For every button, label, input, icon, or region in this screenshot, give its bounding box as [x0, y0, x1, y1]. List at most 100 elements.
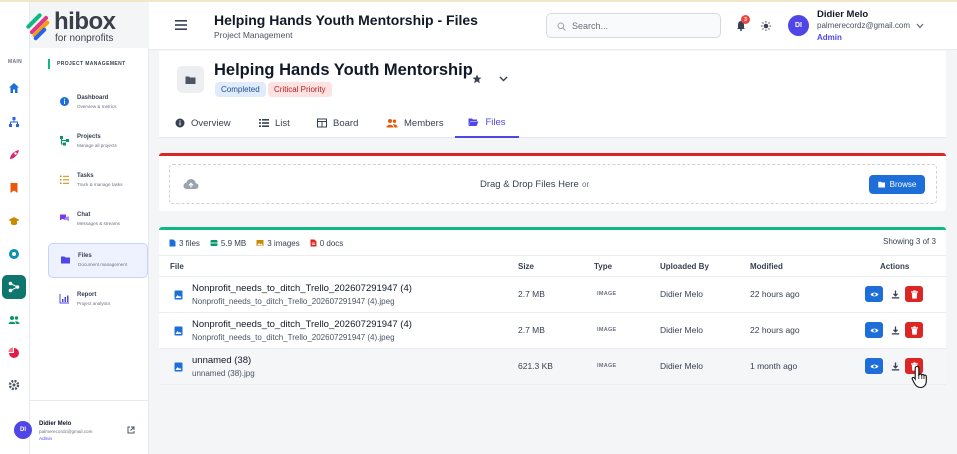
- tab-label: Files: [485, 116, 506, 128]
- cloud-upload-icon: [183, 179, 199, 189]
- column-header-size[interactable]: Size: [518, 262, 534, 271]
- tab-board[interactable]: Board: [315, 108, 360, 138]
- header-user-email: palmerecordz@gmail.com: [817, 21, 911, 30]
- tab-overview[interactable]: Overview: [173, 108, 233, 138]
- page-title: Helping Hands Youth Mentorship - Files: [214, 12, 478, 28]
- tab-list[interactable]: List: [257, 108, 292, 138]
- project-tabs: Overview List Board Members Files: [159, 108, 946, 138]
- users-icon[interactable]: [2, 308, 26, 332]
- column-header-actions: Actions: [880, 262, 910, 271]
- column-header-uploaded-by[interactable]: Uploaded By: [660, 262, 709, 271]
- image-file-icon: [174, 290, 183, 300]
- eye-icon: [870, 328, 878, 332]
- table-row[interactable]: Nonprofit_needs_to_ditch_Trello_20260729…: [159, 277, 946, 313]
- tab-label: Members: [404, 117, 444, 129]
- column-header-file[interactable]: File: [170, 262, 184, 271]
- tab-members[interactable]: Members: [384, 108, 446, 138]
- delete-button[interactable]: [905, 286, 923, 302]
- file-stats: 3 files 5.9 MB 3 images 0 docs: [169, 237, 343, 249]
- file-type: IMAGE: [597, 363, 617, 369]
- sidebar-item-dashboard[interactable]: Dashboard Overview & metrics: [48, 86, 148, 121]
- info-icon: [175, 118, 185, 128]
- search-placeholder: Search...: [572, 21, 609, 31]
- settings-icon[interactable]: [2, 373, 26, 397]
- project-folder-badge: [177, 66, 204, 93]
- bookmark-icon[interactable]: [2, 176, 26, 200]
- network-icon[interactable]: [2, 275, 26, 299]
- brand-logo[interactable]: hibox for nonprofits: [20, 9, 130, 45]
- sidebar-item-label: Dashboard: [77, 95, 109, 101]
- chevron-down-icon[interactable]: [499, 76, 508, 82]
- sidebar-item-report[interactable]: Report Project analytics: [48, 283, 148, 318]
- eye-icon: [870, 364, 878, 368]
- download-button[interactable]: [886, 322, 904, 338]
- file-icon: [169, 239, 176, 247]
- download-button[interactable]: [886, 358, 904, 374]
- image-icon: [256, 240, 264, 246]
- avatar: DI: [14, 421, 32, 439]
- sidebar-user-card[interactable]: DI Didier Melo palmerecordz@gmail.com Ad…: [14, 400, 149, 454]
- theme-toggle-icon[interactable]: [761, 21, 771, 31]
- notification-badge: 3: [741, 15, 750, 24]
- file-filename: unnamed (38).jpg: [192, 369, 255, 378]
- view-button[interactable]: [865, 286, 883, 302]
- folder-open-icon: [877, 181, 885, 188]
- stat-docs: 0 docs: [310, 239, 343, 248]
- delete-button[interactable]: [905, 322, 923, 338]
- sidebar-item-chat[interactable]: Chat Messages & streams: [48, 203, 148, 238]
- file-name[interactable]: Nonprofit_needs_to_ditch_Trello_20260729…: [192, 283, 412, 294]
- file-size: 621.3 KB: [518, 361, 553, 371]
- tab-files[interactable]: Files: [455, 108, 519, 138]
- brand-name: hibox: [54, 8, 116, 35]
- task-list-icon: [60, 175, 69, 184]
- table-row[interactable]: Nonprofit_needs_to_ditch_Trello_20260729…: [159, 313, 946, 349]
- sidebar-user-email: palmerecordz@gmail.com: [39, 429, 93, 434]
- sidebar-item-tasks[interactable]: Tasks Track & manage tasks: [48, 164, 148, 199]
- external-link-icon[interactable]: [127, 426, 135, 434]
- chevron-down-icon[interactable]: [916, 23, 924, 29]
- icon-rail: MAIN: [0, 2, 30, 454]
- chart-icon: [59, 294, 69, 304]
- sidebar-item-projects[interactable]: Projects Manage all projects: [48, 125, 148, 160]
- avatar[interactable]: DI: [788, 15, 809, 36]
- gear-badge-icon[interactable]: [2, 242, 26, 266]
- page-subtitle: Project Management: [214, 30, 293, 40]
- view-button[interactable]: [865, 322, 883, 338]
- table-header: File Size Type Uploaded By Modified Acti…: [159, 255, 946, 277]
- star-icon[interactable]: [472, 74, 482, 84]
- sidebar-item-sub: Project analytics: [77, 301, 111, 306]
- folder-icon: [185, 76, 196, 84]
- project-title: Helping Hands Youth Mentorship: [214, 61, 473, 79]
- hierarchy-icon[interactable]: [2, 110, 26, 134]
- rocket-icon[interactable]: [2, 143, 26, 167]
- graduation-cap-icon[interactable]: [2, 209, 26, 233]
- file-name[interactable]: Nonprofit_needs_to_ditch_Trello_20260729…: [192, 319, 412, 330]
- file-type: IMAGE: [597, 291, 617, 297]
- trash-icon: [910, 325, 918, 335]
- sidebar-item-label: Projects: [77, 134, 101, 140]
- browse-button[interactable]: Browse: [869, 175, 925, 194]
- file-size: 2.7 MB: [518, 289, 545, 299]
- file-name[interactable]: unnamed (38): [192, 355, 251, 366]
- file-modified: 1 month ago: [750, 361, 798, 371]
- tab-label: Board: [333, 117, 359, 129]
- project-tree-icon: [60, 136, 69, 146]
- search-input[interactable]: Search...: [546, 13, 721, 38]
- pie-icon[interactable]: [2, 341, 26, 365]
- home-icon[interactable]: [2, 76, 26, 100]
- sidebar-item-files[interactable]: Files Document management: [48, 243, 148, 278]
- download-icon: [891, 290, 899, 298]
- table-row[interactable]: unnamed (38) unnamed (38).jpg 621.3 KB I…: [159, 349, 946, 385]
- file-size: 2.7 MB: [518, 325, 545, 335]
- download-button[interactable]: [886, 286, 904, 302]
- column-header-type[interactable]: Type: [594, 262, 612, 271]
- stat-size-text: 5.9 MB: [220, 238, 247, 248]
- file-dropzone[interactable]: Drag & Drop Files Here or Browse: [169, 164, 937, 204]
- hamburger-menu-icon[interactable]: [175, 20, 187, 30]
- folder-open-icon: [468, 118, 479, 126]
- database-icon: [210, 240, 218, 246]
- priority-badge: Critical Priority: [268, 82, 332, 97]
- view-button[interactable]: [865, 358, 883, 374]
- column-header-modified[interactable]: Modified: [750, 262, 783, 271]
- hibox-logo-icon: [26, 13, 50, 41]
